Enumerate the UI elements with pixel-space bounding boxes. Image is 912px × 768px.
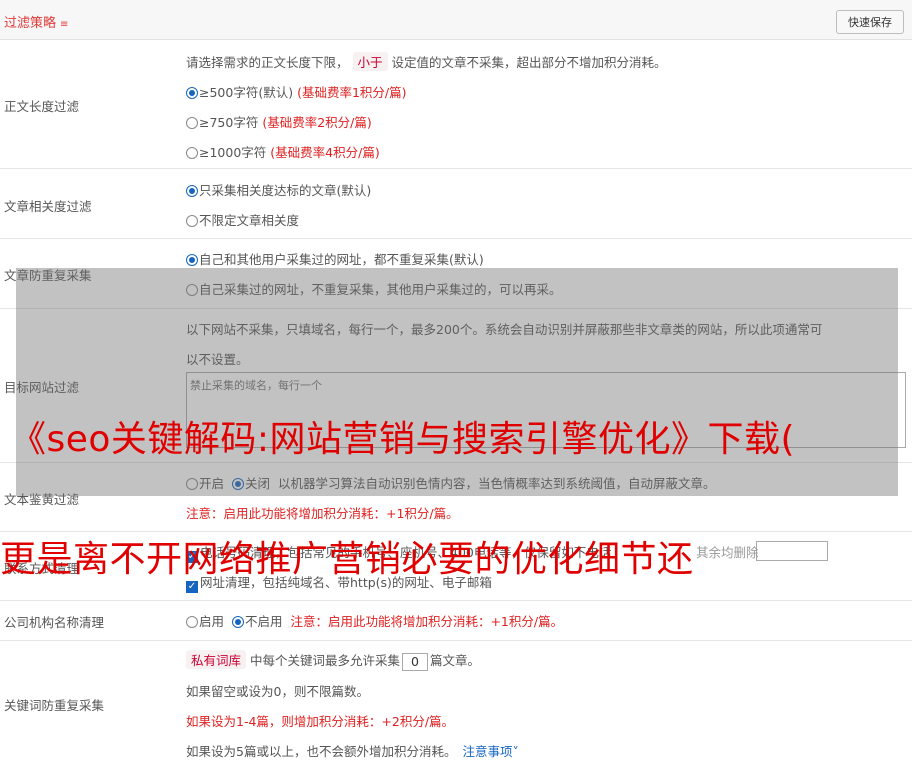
length-desc-post: 设定值的文章不采集，超出部分不增加积分消耗。 [391, 55, 667, 70]
option-text: 自己和其他用户采集过的网址，都不重复采集(默认) [199, 252, 484, 267]
radio-icon[interactable] [186, 215, 198, 227]
filter-strategy-header: 过滤策略 ≡ 快速保存 [0, 0, 912, 40]
line4-text: 如果设为5篇或以上，也不会额外增加积分消耗。 [186, 744, 457, 759]
keyword-dedupe-line-1: 私有词库 中每个关键词最多允许采集 0 篇文章。 [186, 650, 480, 671]
keep-phone-input[interactable] [756, 541, 828, 561]
length-option-1000[interactable]: ≥1000字符 (基础费率4积分/篇) [186, 142, 380, 161]
relevance-option-only[interactable]: 只采集相关度达标的文章(默认) [186, 180, 371, 199]
double-chevron-down-icon[interactable]: ≡ [60, 19, 68, 30]
company-clean-row: 公司机构名称清理 启用 不启用 注意：启用此功能将增加积分消耗：+1积分/篇。 [0, 601, 912, 641]
section-title-label: 过滤策略 [4, 16, 57, 31]
option-note: (基础费率2积分/篇) [262, 115, 372, 130]
radio-icon[interactable] [186, 147, 198, 159]
length-filter-label: 正文长度过滤 [4, 99, 80, 114]
max-articles-input[interactable]: 0 [402, 653, 429, 671]
phone-clean-trail: 其余均删除 [696, 545, 759, 560]
quick-save-button[interactable]: 快速保存 [836, 10, 904, 34]
line1-pre: 中每个关键词最多允许采集 [250, 653, 401, 668]
chevron-down-icon: ˅ [512, 744, 519, 759]
radio-icon[interactable] [186, 117, 198, 129]
dedupe-option-all[interactable]: 自己和其他用户采集过的网址，都不重复采集(默认) [186, 249, 484, 268]
length-filter-desc: 请选择需求的正文长度下限， 小于 设定值的文章不采集，超出部分不增加积分消耗。 [186, 52, 667, 71]
private-lexicon-pill[interactable]: 私有词库 [186, 650, 247, 669]
relevance-option-any[interactable]: 不限定文章相关度 [186, 210, 299, 229]
radio-icon[interactable] [231, 616, 244, 628]
keyword-dedupe-line-3: 如果设为1-4篇，则增加积分消耗：+2积分/篇。 [186, 714, 455, 729]
option-note: (基础费率4积分/篇) [270, 145, 380, 160]
company-clean-label: 公司机构名称清理 [4, 615, 105, 630]
porn-filter-warning: 注意：启用此功能将增加积分消耗：+1积分/篇。 [186, 506, 459, 521]
notes-link-label: 注意事项 [462, 744, 513, 759]
keyword-dedupe-line-2: 如果留空或设为0，则不限篇数。 [186, 684, 369, 699]
less-than-pill: 小于 [352, 52, 388, 71]
radio-icon[interactable] [186, 254, 198, 266]
option-note: (基础费率1积分/篇) [297, 85, 407, 100]
keyword-dedupe-row: 关键词防重复采集 私有词库 中每个关键词最多允许采集 0 篇文章。 如果留空或设为0，… [0, 641, 912, 768]
option-text: ≥500字符(默认) [199, 85, 294, 100]
length-option-500[interactable]: ≥500字符(默认) (基础费率1积分/篇) [186, 82, 407, 101]
length-option-750[interactable]: ≥750字符 (基础费率2积分/篇) [186, 112, 372, 131]
notes-link[interactable]: 注意事项˅ [462, 744, 518, 759]
option-on[interactable]: 启用 [199, 614, 224, 629]
radio-icon[interactable] [186, 87, 198, 99]
overlay-headline-2: 更是离不开网络推广营销必要的优化细节还 [0, 539, 694, 580]
checkbox-icon[interactable]: ✓ [186, 581, 198, 593]
radio-icon[interactable] [186, 616, 198, 628]
line1-post: 篇文章。 [430, 653, 481, 668]
option-text: 不限定文章相关度 [199, 213, 300, 228]
section-title[interactable]: 过滤策略 ≡ [4, 12, 68, 31]
company-clean-warning: 注意：启用此功能将增加积分消耗：+1积分/篇。 [290, 614, 564, 629]
option-text: ≥750字符 [199, 115, 259, 130]
keyword-dedupe-line-4: 如果设为5篇或以上，也不会额外增加积分消耗。 注意事项˅ [186, 741, 519, 760]
keyword-dedupe-label: 关键词防重复采集 [4, 698, 105, 713]
option-text: 只采集相关度达标的文章(默认) [199, 183, 372, 198]
option-off[interactable]: 不启用 [245, 614, 283, 629]
company-clean-options: 启用 不启用 注意：启用此功能将增加积分消耗：+1积分/篇。 [186, 611, 563, 630]
overlay-headline-1: 《seo关键解码:网站营销与搜索引擎优化》下载( [10, 419, 796, 460]
relevance-filter-row: 文章相关度过滤 只采集相关度达标的文章(默认) 不限定文章相关度 [0, 169, 912, 239]
relevance-filter-label: 文章相关度过滤 [4, 199, 92, 214]
length-desc-pre: 请选择需求的正文长度下限， [186, 55, 349, 70]
option-text: ≥1000字符 [199, 145, 267, 160]
length-filter-row: 正文长度过滤 请选择需求的正文长度下限， 小于 设定值的文章不采集，超出部分不增加积… [0, 40, 912, 169]
radio-icon[interactable] [186, 185, 198, 197]
